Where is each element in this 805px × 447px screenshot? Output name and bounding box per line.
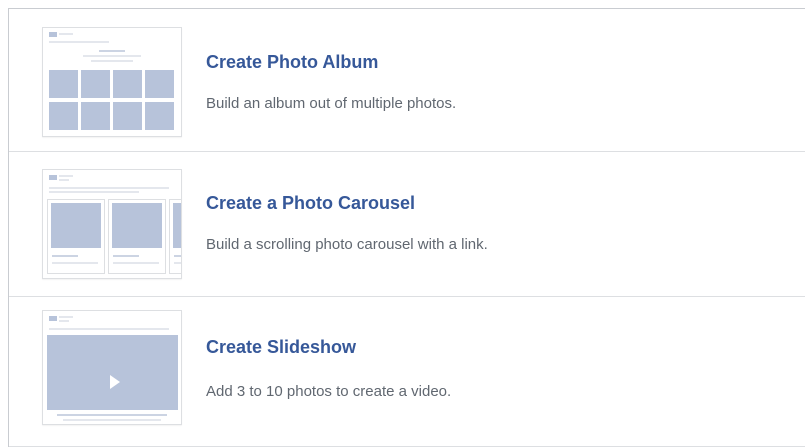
carousel-card	[169, 199, 181, 274]
avatar-placeholder	[49, 175, 57, 180]
placeholder-line	[59, 33, 73, 35]
create-photo-album-option[interactable]: Create Photo Album Build an album out of…	[9, 9, 805, 152]
carousel-card	[47, 199, 105, 274]
placeholder-line	[49, 328, 169, 330]
photo-placeholder	[49, 102, 78, 130]
photo-placeholder	[113, 102, 142, 130]
photo-placeholder	[145, 102, 174, 130]
placeholder-line	[99, 50, 125, 52]
photo-placeholder	[81, 70, 110, 98]
create-options-panel: Create Photo Album Build an album out of…	[8, 8, 805, 447]
placeholder-line	[52, 255, 78, 257]
placeholder-line	[83, 55, 141, 57]
placeholder-line	[52, 262, 98, 264]
placeholder-line	[174, 255, 181, 257]
placeholder-line	[174, 262, 181, 264]
placeholder-line	[59, 175, 73, 177]
video-placeholder	[47, 335, 178, 410]
placeholder-line	[49, 187, 169, 189]
option-title[interactable]: Create a Photo Carousel	[206, 193, 415, 214]
placeholder-line	[59, 320, 69, 322]
photo-carousel-preview-icon	[42, 169, 182, 279]
placeholder-line	[49, 191, 139, 193]
slideshow-preview-icon	[42, 310, 182, 425]
photo-placeholder	[51, 203, 101, 248]
create-photo-carousel-option[interactable]: Create a Photo Carousel Build a scrollin…	[9, 152, 805, 297]
photo-placeholder	[173, 203, 181, 248]
carousel-card	[108, 199, 166, 274]
avatar-placeholder	[49, 32, 57, 37]
option-title[interactable]: Create Slideshow	[206, 337, 356, 358]
option-description: Build a scrolling photo carousel with a …	[206, 236, 488, 253]
photo-placeholder	[112, 203, 162, 248]
photo-placeholder	[113, 70, 142, 98]
create-slideshow-option[interactable]: Create Slideshow Add 3 to 10 photos to c…	[9, 297, 805, 447]
photo-placeholder	[49, 70, 78, 98]
photo-placeholder	[145, 70, 174, 98]
option-description: Add 3 to 10 photos to create a video.	[206, 383, 452, 400]
avatar-placeholder	[49, 316, 57, 321]
placeholder-line	[57, 414, 167, 416]
placeholder-line	[113, 255, 139, 257]
photo-album-preview-icon	[42, 27, 182, 137]
placeholder-line	[113, 262, 159, 264]
placeholder-line	[91, 60, 133, 62]
option-title[interactable]: Create Photo Album	[206, 52, 378, 73]
placeholder-line	[49, 41, 109, 43]
photo-placeholder	[81, 102, 110, 130]
play-icon	[110, 375, 120, 389]
placeholder-line	[59, 316, 73, 318]
placeholder-line	[59, 179, 69, 181]
placeholder-line	[63, 419, 161, 421]
option-description: Build an album out of multiple photos.	[206, 95, 457, 112]
